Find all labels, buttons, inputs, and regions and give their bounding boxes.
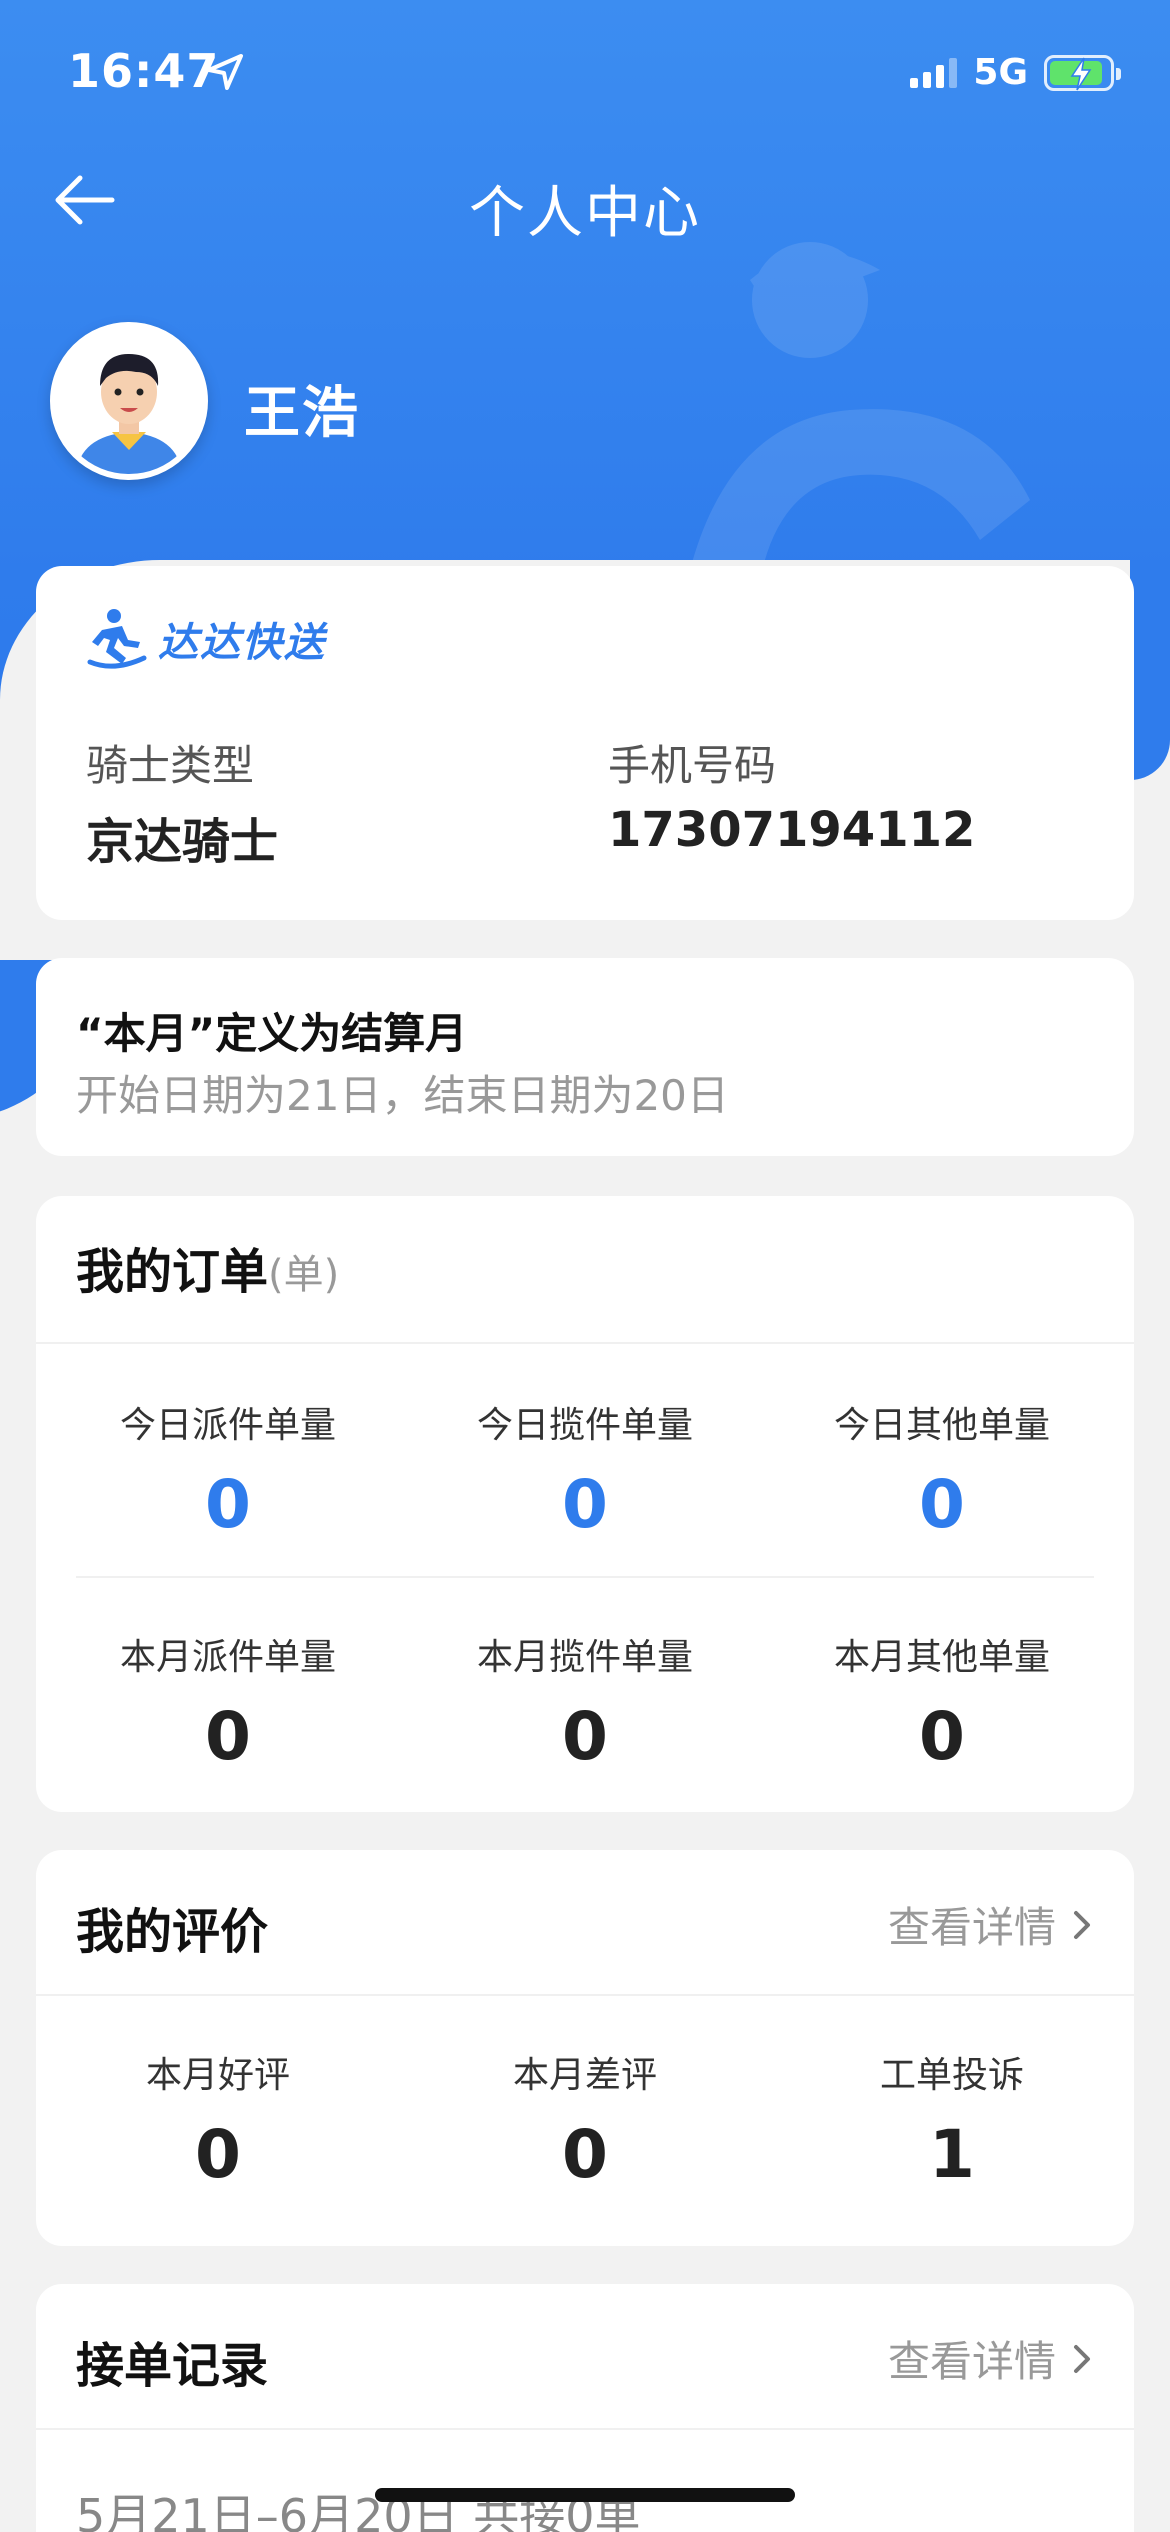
stat-label: 今日其他单量	[833, 1405, 1050, 1446]
stat-complaints[interactable]: 工单投诉 1	[802, 2046, 1102, 2193]
avatar-illustration-icon	[56, 328, 202, 474]
status-time: 16:47	[68, 44, 220, 98]
detail-link-label: 查看详情	[887, 1903, 1056, 1952]
stat-value: 0	[562, 1466, 608, 1543]
stat-bad-reviews[interactable]: 本月差评 0	[435, 2046, 735, 2193]
network-label: 5G	[973, 52, 1028, 93]
chevron-right-icon	[1074, 2344, 1090, 2373]
stat-label: 本月差评	[512, 2055, 657, 2096]
divider	[76, 1576, 1094, 1578]
stat-month-delivery[interactable]: 本月派件单量 0	[78, 1628, 378, 1775]
stat-label: 今日揽件单量	[476, 1405, 693, 1446]
note-title: “本月”定义为结算月	[76, 1009, 468, 1058]
rider-type-value: 京达骑士	[86, 814, 279, 870]
stat-label: 本月其他单量	[833, 1637, 1050, 1678]
stat-value: 0	[205, 1466, 251, 1543]
nav-bar: 个人中心	[0, 150, 1170, 250]
brand-name: 达达快送	[158, 620, 326, 666]
stat-value: 0	[205, 1698, 251, 1775]
charging-bolt-icon	[1070, 57, 1092, 90]
detail-link-label: 查看详情	[887, 2337, 1056, 2386]
stat-today-delivery[interactable]: 今日派件单量 0	[78, 1396, 378, 1543]
stat-month-pickup[interactable]: 本月揽件单量 0	[435, 1628, 735, 1775]
stat-value: 0	[919, 1698, 965, 1775]
records-title: 接单记录	[76, 2338, 269, 2394]
stat-value: 1	[929, 2116, 975, 2193]
orders-title: 我的订单(单)	[76, 1232, 339, 1302]
note-description: 开始日期为21日，结束日期为20日	[76, 1071, 729, 1120]
my-reviews-card: 我的评价 查看详情 本月好评 0 本月差评 0 工单投诉 1	[36, 1850, 1134, 2246]
stat-value: 0	[562, 2116, 608, 2193]
phone-label: 手机号码	[608, 741, 777, 790]
stat-label: 工单投诉	[879, 2055, 1024, 2096]
stat-value: 0	[195, 2116, 241, 2193]
stat-good-reviews[interactable]: 本月好评 0	[68, 2046, 368, 2193]
records-detail-link[interactable]: 查看详情	[888, 2328, 1094, 2389]
stat-today-other[interactable]: 今日其他单量 0	[792, 1396, 1092, 1543]
stat-label: 本月好评	[145, 2055, 290, 2096]
user-name: 王浩	[244, 381, 360, 446]
page-title: 个人中心	[469, 181, 701, 246]
divider	[36, 2428, 1134, 2430]
orders-unit: (单)	[268, 1252, 340, 1298]
rider-info-card: 达达快送 骑士类型 京达骑士 手机号码 17307194112	[36, 566, 1134, 920]
stat-label: 今日派件单量	[119, 1405, 336, 1446]
orders-title-text: 我的订单	[76, 1244, 269, 1300]
reviews-detail-link[interactable]: 查看详情	[888, 1894, 1094, 1955]
stat-label: 本月揽件单量	[476, 1637, 693, 1678]
divider	[36, 1342, 1134, 1344]
home-indicator[interactable]	[375, 2488, 795, 2502]
settlement-month-note: “本月”定义为结算月 开始日期为21日，结束日期为20日	[36, 958, 1134, 1156]
stat-month-other[interactable]: 本月其他单量 0	[792, 1628, 1092, 1775]
avatar[interactable]	[50, 322, 208, 480]
phone-value: 17307194112	[608, 802, 976, 858]
rider-type-label: 骑士类型	[86, 741, 255, 790]
screen: 16:47 5G 个人中心 王浩 达达快送 骑士类型 京达骑士 手机号码 173…	[0, 0, 1170, 2532]
stat-today-pickup[interactable]: 今日揽件单量 0	[435, 1396, 735, 1543]
status-indicators: 5G	[910, 52, 1121, 93]
my-orders-card: 我的订单(单) 今日派件单量 0 今日揽件单量 0 今日其他单量 0 本月派件单…	[36, 1196, 1134, 1812]
status-bar: 16:47 5G	[0, 0, 1170, 140]
header-curve-right	[1130, 560, 1170, 780]
stat-value: 0	[919, 1466, 965, 1543]
chevron-right-icon	[1074, 1910, 1090, 1939]
brand-logo: 达达快送	[84, 606, 326, 672]
divider	[36, 1994, 1134, 1996]
battery-icon	[1044, 54, 1121, 91]
stat-label: 本月派件单量	[119, 1637, 336, 1678]
location-arrow-icon	[207, 54, 243, 90]
signal-icon	[910, 57, 958, 88]
reviews-title: 我的评价	[76, 1904, 269, 1960]
running-courier-icon	[87, 609, 147, 669]
stat-value: 0	[562, 1698, 608, 1775]
